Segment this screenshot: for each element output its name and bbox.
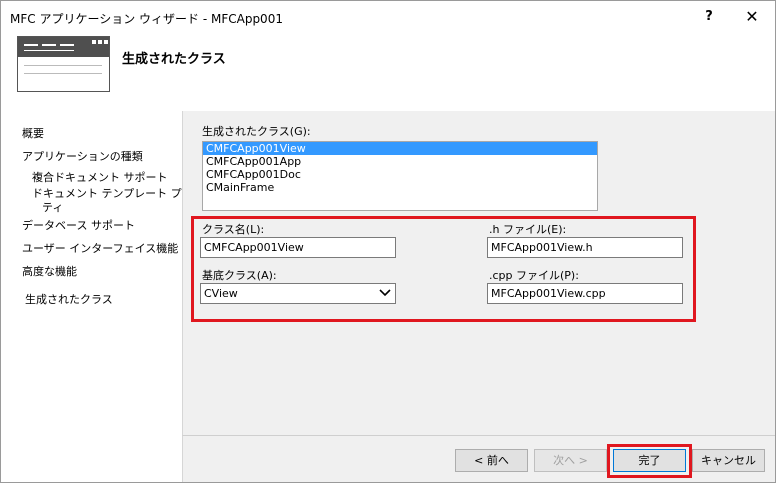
cancel-button[interactable]: キャンセル bbox=[692, 449, 765, 472]
wizard-window: MFC アプリケーション ウィザード - MFCApp001 ? ✕ 生成された… bbox=[0, 0, 776, 483]
nav-item-ui-features[interactable]: ユーザー インターフェイス機能 bbox=[22, 240, 178, 256]
base-class-label: 基底クラス(A): bbox=[202, 269, 277, 282]
title-bar: MFC アプリケーション ウィザード - MFCApp001 ? ✕ bbox=[1, 1, 775, 32]
cpp-file-field[interactable]: MFCApp001View.cpp bbox=[487, 283, 683, 304]
h-file-label: .h ファイル(E): bbox=[489, 223, 567, 236]
nav-item-database-support[interactable]: データベース サポート bbox=[22, 217, 135, 233]
wizard-footer: < 前へ 次へ > 完了 キャンセル bbox=[182, 435, 775, 482]
window-title: MFC アプリケーション ウィザード - MFCApp001 bbox=[10, 12, 283, 26]
class-name-label: クラス名(L): bbox=[202, 223, 265, 236]
nav-item-application-type[interactable]: アプリケーションの種類 bbox=[22, 148, 143, 164]
chevron-down-icon bbox=[379, 285, 391, 304]
list-item[interactable]: CMFCApp001Doc bbox=[203, 168, 597, 181]
wizard-nav: 概要 アプリケーションの種類 複合ドキュメント サポート ドキュメント テンプレ… bbox=[1, 111, 204, 482]
cpp-file-label: .cpp ファイル(P): bbox=[489, 269, 579, 282]
content-panel: 生成されたクラス(G): CMFCApp001View CMFCApp001Ap… bbox=[182, 111, 775, 435]
nav-item-overview[interactable]: 概要 bbox=[22, 125, 44, 141]
list-item[interactable]: CMainFrame bbox=[203, 181, 597, 194]
base-class-select[interactable]: CView bbox=[200, 283, 396, 304]
h-file-field[interactable]: MFCApp001View.h bbox=[487, 237, 683, 258]
nav-item-document-template-cont[interactable]: ティ bbox=[42, 199, 63, 215]
page-title: 生成されたクラス bbox=[122, 52, 226, 67]
list-item[interactable]: CMFCApp001App bbox=[203, 155, 597, 168]
wizard-window-icon bbox=[17, 36, 110, 92]
nav-item-generated-classes[interactable]: 生成されたクラス bbox=[25, 291, 113, 307]
generated-classes-list[interactable]: CMFCApp001View CMFCApp001App CMFCApp001D… bbox=[202, 141, 598, 211]
finish-button[interactable]: 完了 bbox=[613, 449, 686, 472]
back-button[interactable]: < 前へ bbox=[455, 449, 528, 472]
list-item[interactable]: CMFCApp001View bbox=[203, 142, 597, 155]
nav-item-compound-document[interactable]: 複合ドキュメント サポート bbox=[32, 169, 168, 185]
base-class-value: CView bbox=[204, 287, 238, 300]
next-button[interactable]: 次へ > bbox=[534, 449, 607, 472]
help-button[interactable]: ? bbox=[689, 1, 729, 32]
class-name-field[interactable]: CMFCApp001View bbox=[200, 237, 396, 258]
nav-item-advanced[interactable]: 高度な機能 bbox=[22, 263, 77, 279]
generated-classes-label: 生成されたクラス(G): bbox=[202, 125, 311, 138]
wizard-header: 生成されたクラス bbox=[1, 32, 775, 111]
close-button[interactable]: ✕ bbox=[732, 1, 772, 32]
